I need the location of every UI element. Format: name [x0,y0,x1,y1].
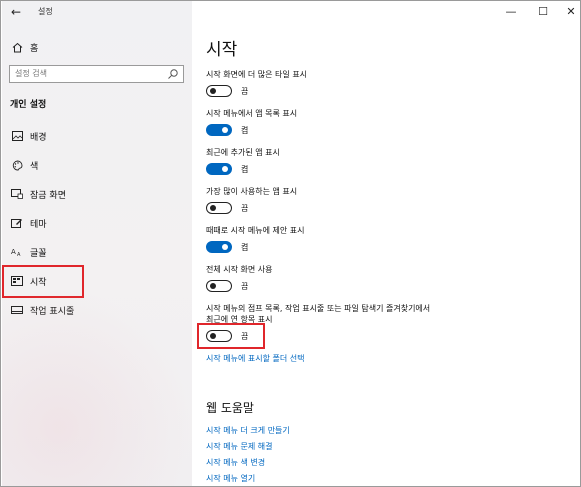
setting-label-full-screen: 전체 시작 화면 사용 [206,265,273,274]
sidebar-item-color[interactable]: 색 [2,151,192,179]
sidebar-item-themes[interactable]: 테마 [2,209,192,237]
toggle-knob [222,244,228,250]
sidebar-item-home[interactable]: 홈 [2,33,192,61]
toggle-more-tiles[interactable] [206,85,232,97]
sidebar-item-label: 글꼴 [30,248,47,259]
sidebar-item-label: 홈 [30,43,39,54]
help-link[interactable]: 시작 메뉴 더 크게 만들기 [206,425,290,436]
toggle-state-label: 켬 [241,126,249,135]
toggle-knob [210,282,216,289]
toggle-full-screen[interactable] [206,280,232,292]
search-icon [167,68,179,80]
svg-text:A: A [11,248,16,256]
toggle-app-list[interactable] [206,124,232,136]
main-content: — ☐ ✕ 시작 시작 화면에 더 많은 타일 표시 끔 시작 메뉴에서 앱 목… [192,1,580,486]
setting-label-recent-items-line1: 시작 메뉴의 점프 목록, 작업 표시줄 또는 파일 탐색기 즐겨찾기에서 [206,304,431,313]
image-icon [10,129,24,143]
search-input[interactable]: 설정 검색 [9,65,184,83]
toggle-state-label: 끔 [241,282,249,291]
setting-label-more-tiles: 시작 화면에 더 많은 타일 표시 [206,70,308,79]
toggle-state-label: 켬 [241,165,249,174]
lock-screen-icon [10,187,24,201]
sidebar-item-label: 잠금 화면 [30,190,66,201]
home-icon [10,40,24,54]
toggle-knob [210,87,216,94]
folders-link[interactable]: 시작 메뉴에 표시할 폴더 선택 [206,353,305,364]
palette-icon [10,158,24,172]
title-bar: ← 설정 [2,1,192,25]
taskbar-icon [10,303,24,317]
section-heading: 개인 설정 [10,100,47,110]
setting-label-most-used: 가장 많이 사용하는 앱 표시 [206,187,298,196]
maximize-button[interactable]: ☐ [530,3,556,21]
toggle-state-label: 끔 [241,204,249,213]
help-link[interactable]: 시작 메뉴 색 변경 [206,457,265,468]
sidebar-item-label: 작업 표시줄 [30,306,75,317]
help-section-title: 웹 도움말 [206,401,254,415]
setting-label-app-list: 시작 메뉴에서 앱 목록 표시 [206,109,298,118]
sidebar-item-background[interactable]: 배경 [2,122,192,150]
start-highlight-box [2,265,84,298]
toggle-state-label: 켬 [241,243,249,252]
setting-label-recent-apps: 최근에 추가된 앱 표시 [206,148,280,157]
sidebar: ← 설정 홈 설정 검색 개인 설정 배경 색 잠금 화면 테마 A A 글꼴 … [2,1,192,486]
toggle-knob [222,166,228,172]
close-button[interactable]: ✕ [558,3,580,21]
toggle-recent-apps[interactable] [206,163,232,175]
minimize-button[interactable]: — [498,3,524,21]
sidebar-item-fonts[interactable]: AA 글꼴 [2,238,192,266]
toggle-state-label: 끔 [241,87,249,96]
toggle-suggestions[interactable] [206,241,232,253]
font-icon: AA [10,245,24,259]
help-link[interactable]: 시작 메뉴 문제 해결 [206,441,273,452]
search-placeholder: 설정 검색 [15,69,47,78]
sidebar-item-taskbar[interactable]: 작업 표시줄 [2,296,192,324]
svg-text:A: A [17,252,21,257]
settings-window: ← 설정 홈 설정 검색 개인 설정 배경 색 잠금 화면 테마 A A 글꼴 … [0,0,581,487]
toggle-most-used[interactable] [206,202,232,214]
toggle-knob [222,127,228,133]
page-title: 시작 [206,40,238,60]
setting-label-suggestions: 때때로 시작 메뉴에 제안 표시 [206,226,305,235]
sidebar-item-label: 배경 [30,132,47,143]
back-arrow-icon[interactable]: ← [8,4,24,20]
window-title: 설정 [38,7,53,16]
toggle-knob [210,204,216,211]
sidebar-item-label: 색 [30,161,39,172]
theme-icon [10,216,24,230]
recent-items-highlight-box [197,323,265,349]
sidebar-item-lock-screen[interactable]: 잠금 화면 [2,180,192,208]
help-link[interactable]: 시작 메뉴 열기 [206,473,255,484]
sidebar-item-label: 테마 [30,219,47,230]
